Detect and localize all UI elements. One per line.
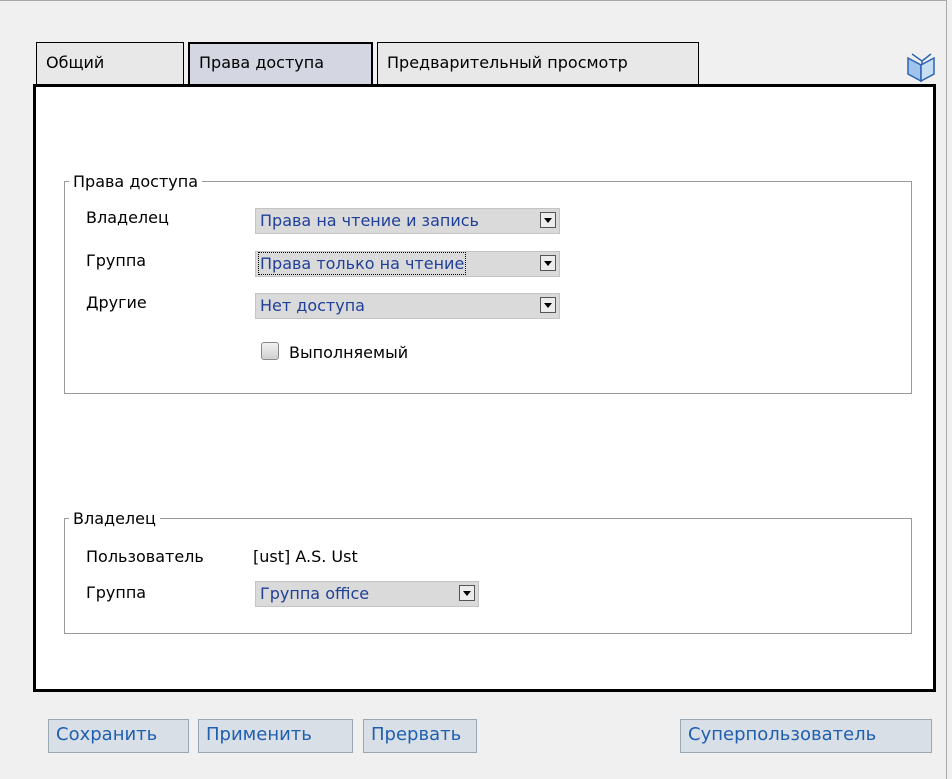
owner-group-select[interactable]: Группа office xyxy=(255,581,479,607)
user-label: Пользователь xyxy=(86,547,204,566)
tab-general[interactable]: Общий xyxy=(36,42,184,84)
owner-rights-select[interactable]: Права на чтение и запись xyxy=(255,208,560,234)
save-button[interactable]: Сохранить xyxy=(48,719,189,753)
others-rights-select[interactable]: Нет доступа xyxy=(255,293,560,319)
group-rights-select[interactable]: Права только на чтение xyxy=(255,251,560,277)
owner-rights-value: Права на чтение и запись xyxy=(260,211,479,230)
group-rights-value: Права только на чтение xyxy=(257,252,467,275)
tab-access-rights-label: Права доступа xyxy=(199,53,325,72)
others-rights-label: Другие xyxy=(86,293,147,312)
superuser-button[interactable]: Суперпользователь xyxy=(680,719,932,753)
window-border-top xyxy=(0,0,946,1)
access-rights-fieldset: Права доступа xyxy=(64,172,912,394)
executable-label: Выполняемый xyxy=(289,343,409,362)
tab-preview-label: Предварительный просмотр xyxy=(387,53,628,72)
tab-general-label: Общий xyxy=(46,53,105,72)
tab-panel: Права доступа Владелец Права на чтение и… xyxy=(33,84,936,692)
chevron-down-icon[interactable] xyxy=(540,212,556,228)
owner-group-label: Группа xyxy=(86,583,147,602)
owner-rights-label: Владелец xyxy=(86,208,169,227)
abort-button[interactable]: Прервать xyxy=(363,719,477,753)
executable-checkbox[interactable] xyxy=(261,342,279,360)
owner-fieldset: Владелец xyxy=(64,509,912,634)
owner-legend: Владелец xyxy=(73,509,156,528)
user-value: [ust] A.S. Ust xyxy=(253,547,358,566)
window-border-right xyxy=(946,0,947,779)
chevron-down-icon[interactable] xyxy=(540,255,556,271)
tab-access-rights[interactable]: Права доступа xyxy=(188,42,373,84)
access-rights-legend: Права доступа xyxy=(73,172,199,191)
chevron-down-icon[interactable] xyxy=(459,585,475,601)
apply-button[interactable]: Применить xyxy=(198,719,353,753)
chevron-down-icon[interactable] xyxy=(540,297,556,313)
group-rights-label: Группа xyxy=(86,251,147,270)
owner-group-value: Группа office xyxy=(260,584,370,603)
book-icon[interactable] xyxy=(904,50,938,84)
others-rights-value: Нет доступа xyxy=(260,296,365,315)
tab-preview[interactable]: Предварительный просмотр xyxy=(377,42,699,84)
